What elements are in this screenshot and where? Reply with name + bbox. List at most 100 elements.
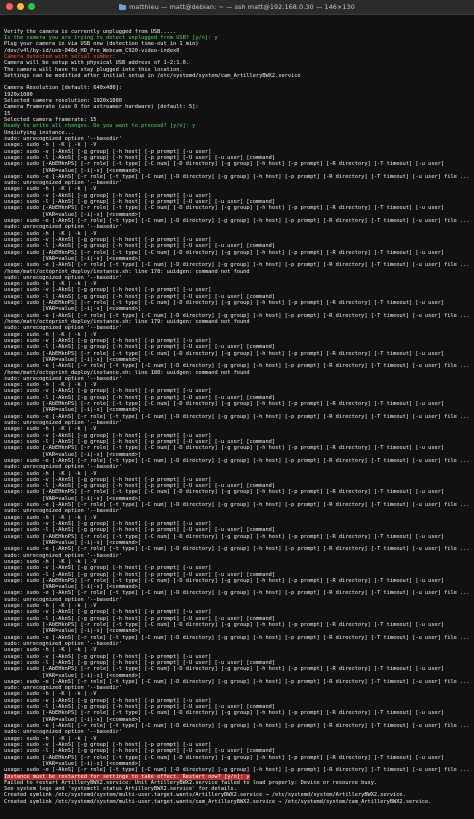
terminal-line-text: usage: sudo -v [-AknS] [-g group] [-h ho… (4, 741, 212, 748)
terminal-line-text: usage: sudo -l [-AknS] [-g group] [-h ho… (4, 154, 276, 161)
terminal-line-text: usage: sudo -h | -K | -k | -V (4, 470, 97, 477)
terminal-line-text: [VAR=value] [-i|-s] [<command>] (4, 306, 142, 313)
terminal-line-text: sudo: unrecognized option '--basedir' (4, 640, 122, 647)
minimize-window-button[interactable] (17, 3, 24, 10)
terminal-line-text: usage: sudo -v [-AknS] [-g group] [-h ho… (4, 609, 212, 616)
terminal-line-text: usage: sudo -l [-AknS] [-g group] [-h ho… (4, 243, 276, 250)
terminal-line-text: [VAR=value] [-i|-s] [<command>] (4, 211, 142, 218)
terminal-line-text: usage: sudo -v [-AknS] [-g group] [-h ho… (4, 476, 212, 483)
terminal-line: Created symlink /etc/systemd/system/mult… (4, 799, 472, 805)
window-title: matthieu — matt@debian: ~ — ssh matt@192… (129, 3, 355, 11)
terminal-line-text: [VAR=value] [-i|-s] [<command>] (4, 539, 142, 546)
terminal-line-text: usage: sudo -e [-AknS] [-r role] [-t typ… (4, 363, 470, 370)
terminal-line-text: usage: sudo -h | -K | -k | -V (4, 142, 97, 149)
terminal-line-text: Selected camera framerate: 15 (4, 117, 97, 123)
terminal-line-text: usage: sudo -e [-AknS] [-r role] [-t typ… (4, 546, 470, 553)
terminal-line-text: [VAR=value] [-i|-s] [<command>] (4, 255, 142, 262)
terminal-line-text: [VAR=value] [-i|-s] [<command>] (4, 407, 142, 414)
terminal-line-text: Camera will be setup with physical USB a… (4, 60, 189, 67)
terminal-window: matthieu — matt@debian: ~ — ssh matt@192… (0, 0, 474, 819)
terminal-line-text: usage: sudo -h | -K | -k | -V (4, 426, 97, 433)
terminal-line-text: sudo: unrecognized option '--basedir' (4, 464, 122, 471)
terminal-line-text: usage: sudo [-AbEHknPS] [-r role] [-t ty… (4, 401, 445, 408)
terminal-line-text: usage: sudo -l [-AknS] [-g group] [-h ho… (4, 293, 276, 300)
terminal-line-text: usage: sudo [-AbEHknPS] [-r role] [-t ty… (4, 249, 445, 256)
terminal-line-text: usage: sudo -l [-AknS] [-g group] [-h ho… (4, 527, 276, 534)
terminal-line-text: Created symlink /etc/systemd/system/mult… (4, 792, 406, 799)
terminal-line-text: 15 (4, 110, 11, 117)
terminal-line-text: sudo: unrecognized option '--basedir' (4, 135, 122, 142)
terminal-line-text: sudo: unrecognized option '--basedir' (4, 508, 122, 515)
terminal-line-text: [VAR=value] [-i|-s] [<command>] (4, 628, 142, 635)
terminal-line-text: usage: sudo -l [-AknS] [-g group] [-h ho… (4, 659, 276, 666)
terminal-line-text: Unqiufying instance... (4, 129, 75, 136)
terminal-line-text: usage: sudo -l [-AknS] [-g group] [-h ho… (4, 704, 276, 711)
terminal-line-text: usage: sudo -v [-AknS] [-g group] [-h ho… (4, 388, 212, 395)
terminal-line-text: usage: sudo -e [-AknS] [-r role] [-t typ… (4, 457, 470, 464)
terminal-line-text: usage: sudo [-AbEHknPS] [-r role] [-t ty… (4, 161, 445, 168)
terminal-output[interactable]: Verify the camera is currently unplugged… (4, 16, 472, 817)
terminal-line-text: usage: sudo -e [-AknS] [-r role] [-t typ… (4, 218, 470, 224)
terminal-line-text: Settings can be modified after initial s… (4, 72, 301, 79)
terminal-line-text: usage: sudo -v [-AknS] [-g group] [-h ho… (4, 192, 212, 199)
terminal-line-text: sudo: unrecognized option '--basedir' (4, 596, 122, 603)
terminal-line-text: Failed to restart ArtilleryBWX2.service:… (4, 779, 378, 786)
folder-icon (119, 3, 127, 10)
terminal-line-text: usage: sudo -h | -K | -k | -V (4, 382, 97, 389)
terminal-line-text: 1920x1080 (4, 91, 33, 98)
terminal-line-text: usage: sudo -v [-AknS] [-g group] [-h ho… (4, 287, 212, 294)
terminal-line-text: usage: sudo -e [-AknS] [-r role] [-t typ… (4, 312, 470, 319)
terminal-line-text: Selected camera resolution: 1920x1080 (4, 98, 122, 105)
terminal-line-text: Is the camera you are trying to detect u… (4, 34, 218, 41)
terminal-line-text: sudo: unrecognized option '--basedir' (4, 180, 122, 187)
terminal-line-text: usage: sudo -e [-AknS] [-r role] [-t typ… (4, 173, 470, 180)
terminal-line-text: usage: sudo -l [-AknS] [-g group] [-h ho… (4, 571, 276, 578)
terminal-line-text: /home/matt/octoprint_deploy/instance.sh:… (4, 369, 250, 376)
terminal-line-text: /home/matt/octoprint_deploy/instance.sh:… (4, 268, 250, 275)
terminal-line-text: usage: sudo [-AbEHknPS] [-r role] [-t ty… (4, 350, 445, 357)
terminal-line-text: sudo: unrecognized option '--basedir' (4, 420, 122, 426)
terminal-line-text: usage: sudo [-AbEHknPS] [-r role] [-t ty… (4, 489, 445, 496)
terminal-line-text: [VAR=value] [-i|-s] [<command>] (4, 495, 142, 502)
terminal-line-text: [VAR=value] [-i|-s] [<command>] (4, 584, 142, 591)
terminal-line-text: usage: sudo -l [-AknS] [-g group] [-h ho… (4, 438, 276, 445)
terminal-line-text: usage: sudo [-AbEHknPS] [-r role] [-t ty… (4, 533, 445, 540)
terminal-line-text: usage: sudo -l [-AknS] [-g group] [-h ho… (4, 483, 276, 490)
terminal-line-text: Created symlink /etc/systemd/system/mult… (4, 798, 432, 805)
terminal-line-text: usage: sudo -h | -K | -k | -V (4, 186, 97, 193)
terminal-line-text: sudo: unrecognized option '--basedir' (4, 224, 122, 231)
terminal-line-text: usage: sudo -l [-AknS] [-g group] [-h ho… (4, 344, 276, 351)
terminal-line-text: usage: sudo -v [-AknS] [-g group] [-h ho… (4, 337, 212, 344)
terminal-line-text: usage: sudo -l [-AknS] [-g group] [-h ho… (4, 748, 276, 755)
terminal-line-text: usage: sudo -e [-AknS] [-r role] [-t typ… (4, 262, 470, 269)
terminal-line-text: usage: sudo -h | -K | -k | -V (4, 558, 97, 565)
terminal-line-text: sudo: unrecognized option '--basedir' (4, 325, 122, 332)
terminal-line-text: usage: sudo -v [-AknS] [-g group] [-h ho… (4, 653, 212, 660)
terminal-line: usage: sudo -e [-AknS] [-r role] [-t typ… (4, 767, 472, 773)
window-controls (6, 3, 35, 10)
terminal-line-text: Ready to write all changes. Do you want … (4, 123, 196, 130)
terminal-line-text: usage: sudo [-AbEHknPS] [-r role] [-t ty… (4, 666, 445, 673)
terminal-line-text: usage: sudo -e [-AknS] [-r role] [-t typ… (4, 678, 470, 685)
terminal-line-text: sudo: unrecognized option '--basedir' (4, 552, 122, 559)
terminal-line-text: sudo: unrecognized option '--basedir' (4, 274, 122, 281)
title-group: matthieu — matt@debian: ~ — ssh matt@192… (119, 3, 355, 11)
terminal-line-text: Instance must be restarted for settings … (4, 773, 250, 780)
terminal-line-text: usage: sudo -v [-AknS] [-g group] [-h ho… (4, 565, 212, 572)
terminal-line-text: usage: sudo -e [-AknS] [-r role] [-t typ… (4, 413, 470, 420)
title-bar: matthieu — matt@debian: ~ — ssh matt@192… (0, 0, 474, 15)
terminal-line-text: usage: sudo -e [-AknS] [-r role] [-t typ… (4, 590, 470, 597)
terminal-line-text: The camera will have to stay plugged int… (4, 66, 183, 73)
terminal-line-text: sudo: unrecognized option '--basedir' (4, 685, 122, 692)
maximize-window-button[interactable] (28, 3, 35, 10)
terminal-line-text: usage: sudo -v [-AknS] [-g group] [-h ho… (4, 521, 212, 527)
terminal-line-text: usage: sudo [-AbEHknPS] [-r role] [-t ty… (4, 445, 445, 452)
terminal-line-text: usage: sudo -e [-AknS] [-r role] [-t typ… (4, 723, 470, 729)
close-window-button[interactable] (6, 3, 13, 10)
terminal-line-text: [VAR=value] [-i|-s] [<command>] (4, 356, 142, 363)
terminal-line-text: usage: sudo -h | -K | -k | -V (4, 230, 97, 237)
terminal-line-text: [VAR=value] [-i|-s] [<command>] (4, 451, 142, 458)
terminal-line-text: [VAR=value] [-i|-s] [<command>] (4, 716, 142, 723)
terminal-line-text: usage: sudo [-AbEHknPS] [-r role] [-t ty… (4, 622, 445, 628)
terminal-line-text: /home/matt/octoprint_deploy/instance.sh:… (4, 319, 250, 325)
